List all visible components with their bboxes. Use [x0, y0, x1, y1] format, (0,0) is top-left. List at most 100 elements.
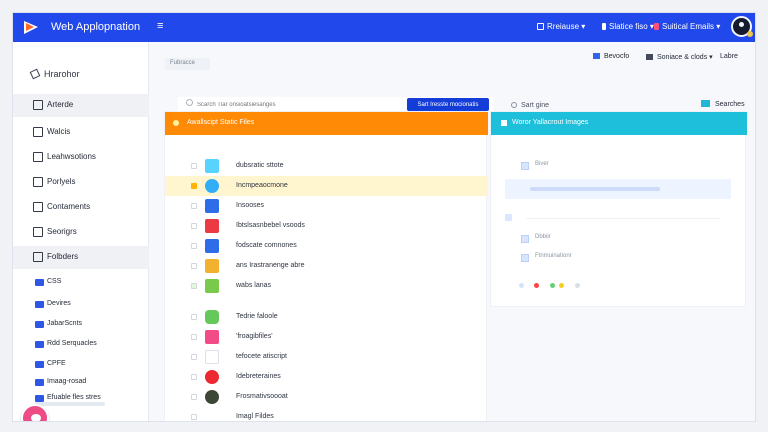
sidebar-header: Hrarohor: [29, 68, 80, 80]
toolbar-chip[interactable]: Fubracce: [165, 58, 210, 70]
file-row[interactable]: Ibtslsasnbebel vsoods: [165, 216, 488, 236]
row-checkbox[interactable]: [191, 354, 197, 360]
status-dots: [519, 280, 619, 290]
image-detail-row: [505, 211, 720, 225]
folder-blue-icon: [35, 279, 44, 286]
file-row[interactable]: fodscate comnones: [165, 236, 488, 256]
row-checkbox[interactable]: [191, 243, 197, 249]
file-row[interactable]: Idebreteraines: [165, 367, 488, 387]
user-avatar[interactable]: [731, 16, 753, 37]
detail-line: [526, 218, 720, 219]
sidebar-item-folbders[interactable]: Folbders: [13, 246, 149, 269]
folder-item-jabarscnts[interactable]: JabarScnts: [13, 315, 149, 334]
folder-blue-icon: [35, 321, 44, 328]
style-file-icon: [205, 259, 219, 273]
toolbar-view-control[interactable]: Bevocfo: [593, 53, 629, 60]
sidebar: Hrarohor Arterde Walcis Leahwsotions Por…: [13, 42, 149, 421]
pencil-icon: [29, 68, 41, 80]
status-dot: [519, 283, 524, 288]
image-preview-band[interactable]: [505, 179, 731, 199]
square-icon: [537, 23, 544, 30]
row-checkbox[interactable]: [191, 394, 197, 400]
primary-action-button[interactable]: Sart Iresste mocionatis: [407, 98, 489, 111]
status-icon: [602, 23, 606, 30]
panel-header-orange: Awallscipt Static Files: [165, 112, 488, 135]
status-dot: [550, 283, 555, 288]
folder-blue-icon: [35, 341, 44, 348]
image-thumb-icon: [521, 162, 529, 170]
file-row[interactable]: dubsratic sttote: [165, 156, 488, 176]
row-checkbox[interactable]: [191, 414, 197, 420]
web-file-icon: [205, 279, 219, 293]
sidebar-item-arterde[interactable]: Arterde: [13, 94, 149, 117]
sort-icon: [511, 102, 517, 108]
sidebar-item-leahwsotions[interactable]: Leahwsotions: [13, 146, 149, 169]
row-checkbox[interactable]: [191, 163, 197, 169]
folder-item-rdd-serquacles[interactable]: Rdd Serquacles: [13, 335, 149, 354]
plant-file-icon: [205, 310, 219, 324]
folder-blue-icon: [35, 361, 44, 368]
file-icon: [205, 159, 219, 173]
images-panel: Woror Yallacrout Images Biver Dbbiir Ftn…: [490, 111, 747, 307]
sidebar-item-contaments[interactable]: Contaments: [13, 196, 149, 219]
row-checkbox[interactable]: [191, 283, 197, 289]
document-file-icon: [205, 239, 219, 253]
row-checkbox[interactable]: [191, 374, 197, 380]
sidebar-progress-track: [35, 402, 105, 406]
image-detail-icon: [505, 214, 512, 221]
application-window: Web Applopnation ≡ Rreiause ▾ Slatice fi…: [12, 12, 756, 422]
file-row[interactable]: Insooses: [165, 196, 488, 216]
menu-icon[interactable]: ≡: [157, 20, 163, 32]
status-dot: [747, 31, 753, 37]
top-navigation-bar: Web Applopnation ≡ Rreiause ▾ Slatice fi…: [13, 13, 755, 42]
top-menu-item[interactable]: Suitical Emails ▾: [654, 22, 720, 31]
sort-control[interactable]: Sart gine: [511, 102, 549, 109]
file-row[interactable]: Tedrie faloole: [165, 307, 488, 327]
sidebar-item-porlyels[interactable]: Porlyels: [13, 171, 149, 194]
mail-icon: [654, 23, 659, 30]
folder-blue-icon: [35, 395, 44, 402]
blue-block-icon: [593, 53, 600, 59]
package-file-icon: [205, 390, 219, 404]
image-icon: [33, 177, 43, 187]
row-checkbox[interactable]: [191, 223, 197, 229]
file-row[interactable]: ans Irastranenge abre: [165, 256, 488, 276]
chart-file-icon: [205, 199, 219, 213]
folder-blue-icon: [35, 379, 44, 386]
status-dot: [559, 283, 564, 288]
cloud-file-icon: [205, 179, 219, 193]
edit-icon: [33, 127, 43, 137]
static-files-panel: Awallscipt Static Files dubsratic sttote…: [164, 111, 488, 421]
file-row[interactable]: Imagl Fildes: [165, 407, 488, 421]
sidebar-item-walcis[interactable]: Walcis: [13, 121, 149, 144]
app-title: Web Applopnation: [51, 21, 141, 33]
top-menu-item[interactable]: Rreiause ▾: [537, 22, 585, 31]
toolbar-sort-control[interactable]: Soniace & clods ▾: [646, 53, 713, 61]
search-input[interactable]: [197, 100, 387, 110]
notes-icon: [646, 54, 653, 60]
file-row[interactable]: wabs lanas: [165, 276, 488, 296]
pin-icon: [173, 120, 179, 126]
row-checkbox[interactable]: [191, 203, 197, 209]
code-file-icon: [205, 219, 219, 233]
row-checkbox[interactable]: [191, 263, 197, 269]
row-checkbox[interactable]: [191, 314, 197, 320]
image-icon: [501, 120, 507, 126]
magic-file-icon: [205, 330, 219, 344]
row-checkbox[interactable]: [191, 334, 197, 340]
row-checkbox[interactable]: [191, 183, 197, 189]
top-menu-item[interactable]: Slatice fiso ▾: [602, 22, 654, 31]
file-row[interactable]: tefocete atiscript: [165, 347, 488, 367]
toolbar-label[interactable]: Labre: [720, 53, 738, 60]
sidebar-item-seorigrs[interactable]: Seorigrs: [13, 221, 149, 244]
folder-item-css[interactable]: CSS: [13, 273, 149, 292]
file-row[interactable]: Incmpeaocmone: [165, 176, 488, 196]
folder-item-cpfe[interactable]: CPFE: [13, 355, 149, 374]
folder-item-devires[interactable]: Devires: [13, 295, 149, 314]
search-pill[interactable]: Searches: [701, 100, 745, 108]
settings-icon: [33, 227, 43, 237]
file-row[interactable]: 'froagibfiles': [165, 327, 488, 347]
search-icon: [186, 99, 193, 106]
share-icon: [33, 202, 43, 212]
file-row[interactable]: Frosmativsoooat: [165, 387, 488, 407]
